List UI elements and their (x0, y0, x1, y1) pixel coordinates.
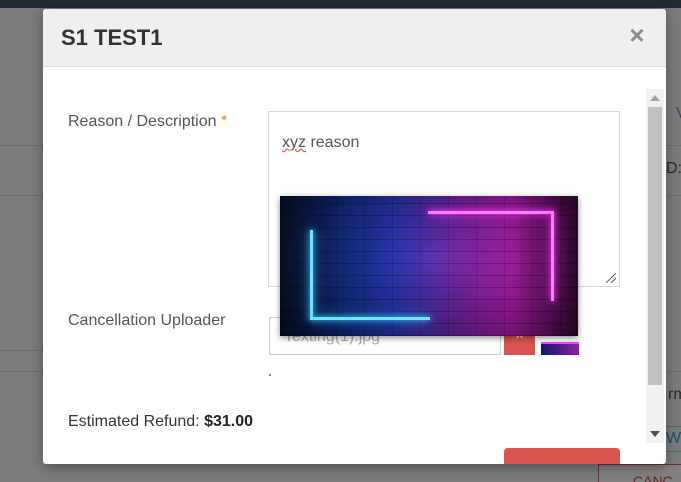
modal-scrollbar[interactable] (646, 89, 664, 443)
scroll-down-icon[interactable] (650, 431, 660, 437)
refund-amount: $31.00 (204, 413, 254, 430)
modal-title: S1 TEST1 (61, 25, 163, 50)
neon-blue-horizontal (310, 317, 430, 320)
background-divider (0, 145, 43, 146)
background-text-fragment: rm (668, 386, 681, 403)
uploaded-image-thumbnail[interactable] (541, 342, 579, 355)
background-divider (0, 371, 43, 372)
reason-label: Reason / Description * (68, 113, 227, 131)
neon-pink-horizontal (428, 211, 553, 214)
neon-pink-vertical (551, 211, 554, 301)
neon-blue-vertical (310, 230, 313, 318)
resize-grip-icon[interactable] (606, 273, 616, 283)
cancellation-modal: S1 TEST1 × Reason / Description * xyz re… (43, 9, 666, 464)
image-preview (280, 196, 578, 336)
refund-label: Estimated Refund: (68, 413, 205, 430)
background-text-fragment: D: (666, 160, 681, 177)
submit-button[interactable] (504, 448, 620, 464)
decorative-dot (269, 374, 271, 376)
uploader-label: Cancellation Uploader (68, 312, 226, 329)
background-divider (666, 371, 681, 372)
reason-text: reason (306, 134, 360, 151)
background-topbar (0, 0, 681, 8)
reason-label-text: Reason / Description (68, 113, 217, 130)
reason-text-misspelled: xyz (282, 134, 306, 151)
estimated-refund: Estimated Refund: $31.00 (68, 413, 253, 431)
scroll-thumb[interactable] (648, 107, 662, 385)
scroll-up-icon[interactable] (650, 95, 660, 101)
background-divider (666, 145, 681, 146)
close-icon[interactable]: × (629, 20, 644, 50)
required-marker: * (220, 113, 228, 130)
modal-header: S1 TEST1 × (43, 9, 666, 67)
background-cancel-button: CANC (598, 464, 681, 482)
background-link-fragment: V (676, 105, 681, 123)
background-divider (0, 195, 43, 196)
background-link-fragment: W (666, 430, 681, 447)
background-cancel-label: CANC (633, 473, 673, 482)
close-button[interactable]: × (626, 21, 648, 49)
preview-vignette (280, 196, 578, 336)
background-divider (666, 195, 681, 196)
background-divider (0, 350, 43, 351)
